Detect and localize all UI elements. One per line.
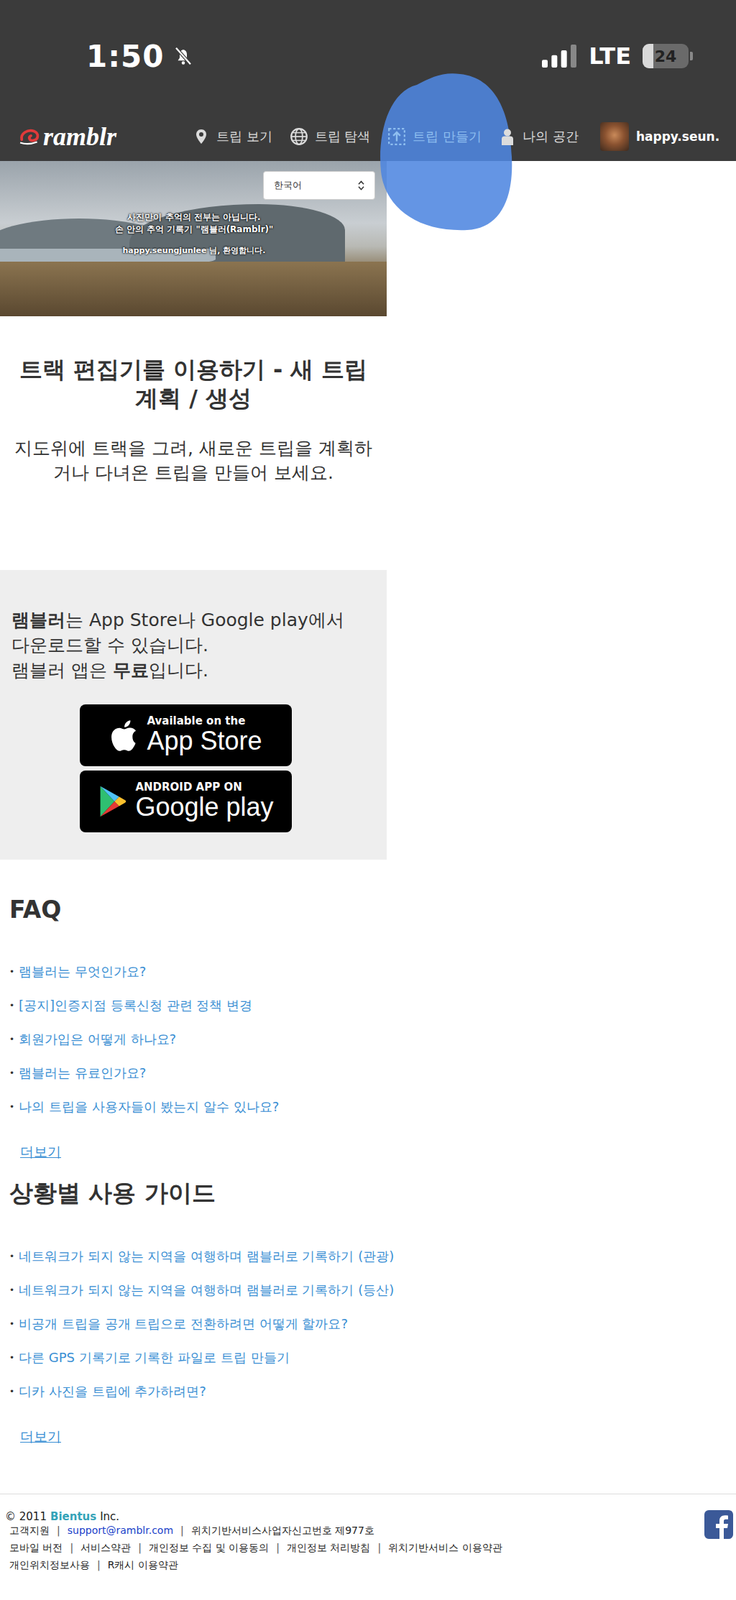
faq-link[interactable]: •[공지]인증지점 등록신청 관련 정책 변경 [9,988,387,1023]
signal-icon [541,44,578,68]
nav-item[interactable]: 나의 공간 [498,127,579,146]
bell-off-icon [172,45,195,67]
intro-subtitle: 지도위에 트랙을 그려, 새로운 트립을 계획하거나 다녀온 트립을 만들어 보… [8,436,379,486]
guide-link[interactable]: •다른 GPS 기록기로 기록한 파일로 트립 만들기 [9,1340,387,1375]
intro-section: 트랙 편집기를 이용하기 - 새 트립 계획 / 생성지도위에 트랙을 그려, … [0,316,387,486]
guide-section: 상황별 사용 가이드 •네트워크가 되지 않는 지역을 여행하며 램블러로 기록하… [0,1165,387,1451]
person-icon [498,127,517,146]
intro-title: 트랙 편집기를 이용하기 - 새 트립 계획 / 생성 [8,355,379,413]
footer: © 2011BientusInc.고객지원|support@ramblr.com… [0,1493,736,1575]
faq-link[interactable]: •램블러는 유료인가요? [9,1055,387,1090]
logo-swirl-icon [18,127,42,146]
footer-link[interactable]: 서비스약관 [80,1541,131,1555]
scribble-mark [373,70,518,236]
footer-links: 개인위치정보사용|R캐시 이용약관 [5,1558,503,1572]
guide-link[interactable]: •디카 사진을 트립에 추가하려면? [9,1374,387,1409]
more-link[interactable]: 더보기 [20,1421,387,1451]
copyright: © 2011BientusInc. [5,1510,503,1524]
user-menu[interactable]: happy.seun. [600,122,720,151]
hero-text: 사진만이 추억의 전부는 아닙니다.손 안의 추억 기록기 "램블러(Rambl… [71,211,317,257]
footer-link[interactable]: 고객지원 [9,1524,50,1538]
page: 1:50 LTE 24 ramblr 트립 보기 트립 탐색 트립 만들기 나의 공간 happ… [0,0,736,1600]
nav-item[interactable]: 트립 탐색 [289,127,371,146]
faq-section: FAQ •램블러는 무엇인가요?•[공지]인증지점 등록신청 관련 정책 변경•회… [0,859,387,1166]
faq-link[interactable]: •램블러는 무엇인가요? [9,954,387,989]
clock: 1:50 [86,38,164,75]
guide-link[interactable]: •네트워크가 되지 않는 지역을 여행하며 램블러로 기록하기 (관광) [9,1239,387,1273]
main-column: 한국어사진만이 추억의 전부는 아닙니다.손 안의 추억 기록기 "램블러(Ra… [0,161,387,1451]
footer-link[interactable]: 개인위치정보사용 [9,1558,90,1572]
nav-item[interactable]: 트립 만들기 [387,127,482,146]
footer-link[interactable]: 모바일 버전 [9,1541,63,1555]
guide-title: 상황별 사용 가이드 [9,1177,387,1209]
more-link[interactable]: 더보기 [20,1137,387,1166]
faq-link[interactable]: •나의 트립을 사용자들이 봤는지 알수 있나요? [9,1089,387,1124]
language-select[interactable]: 한국어 [263,171,376,200]
guide-link[interactable]: •네트워크가 되지 않는 지역을 여행하며 램블러로 기록하기 (등산) [9,1272,387,1307]
upload-icon [387,127,407,146]
footer-link[interactable]: support@ramblr.com [67,1524,174,1538]
nav-bar: ramblr 트립 보기 트립 탐색 트립 만들기 나의 공간 happy.seun. [0,112,736,161]
download-box: 램블러는 App Store나 Google play에서다운로드할 수 있습니… [0,569,387,860]
globe-icon [289,127,309,146]
network-label: LTE [588,42,632,70]
footer-link[interactable]: 위치기반서비스 이용약관 [388,1541,502,1555]
store-badge[interactable]: Available on theApp Store [79,704,292,767]
store-badge[interactable]: ANDROID APP ONGoogle play [79,770,292,833]
facebook-icon[interactable] [704,1510,734,1539]
faq-title: FAQ [9,894,387,926]
logo[interactable]: ramblr [18,121,177,152]
faq-link[interactable]: •회원가입은 어떻게 하나요? [9,1022,387,1056]
avatar [600,122,629,151]
status-bar: 1:50 LTE 24 [0,0,736,113]
footer-link[interactable]: R캐시 이용약관 [107,1558,179,1572]
download-text: 램블러는 App Store나 Google play에서다운로드할 수 있습니… [11,607,376,683]
footer-link[interactable]: 개인정보 수집 및 이용동의 [148,1541,269,1555]
footer-link[interactable]: 개인정보 처리방침 [286,1541,371,1555]
hero-banner: 한국어사진만이 추억의 전부는 아닙니다.손 안의 추억 기록기 "램블러(Ra… [0,161,387,317]
updown-arrow-icon [357,180,365,191]
footer-links: 모바일 버전|서비스약관|개인정보 수집 및 이용동의|개인정보 처리방침|위치… [5,1541,503,1555]
pin-icon [192,127,210,146]
apple-icon [109,718,138,752]
battery: 24 [642,43,693,69]
guide-link[interactable]: •비공개 트립을 공개 트립으로 전환하려면 어떻게 할까요? [9,1306,387,1341]
nav-item[interactable]: 트립 보기 [192,127,273,146]
footer-link[interactable]: 위치기반서비스사업자신고번호 제977호 [191,1524,375,1538]
google-play-icon [97,784,127,818]
footer-links: 고객지원|support@ramblr.com|위치기반서비스사업자신고번호 제… [5,1524,503,1538]
